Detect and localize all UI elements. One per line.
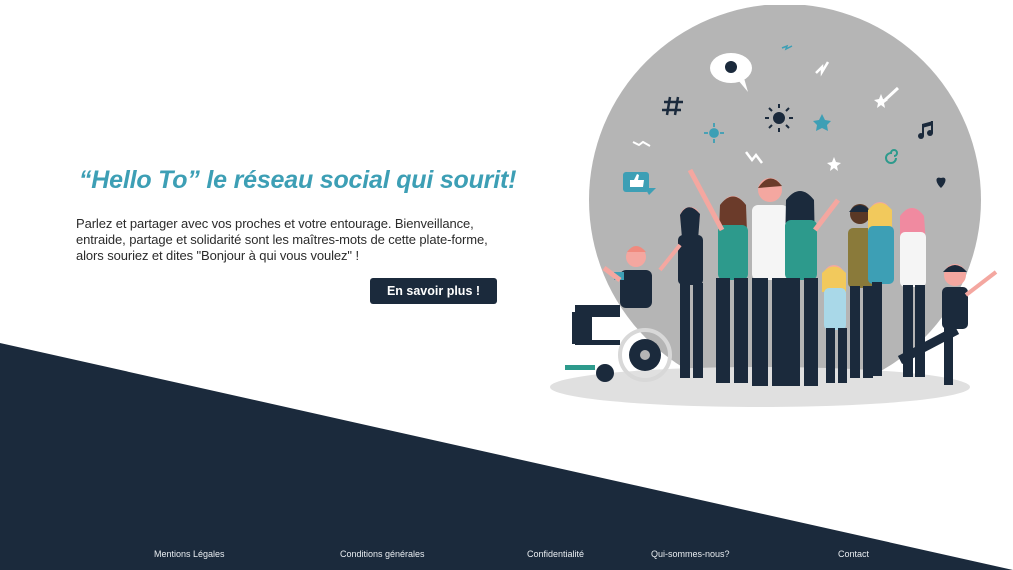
footer-link-contact[interactable]: Contact: [838, 549, 869, 559]
footer-link-mentions-legales[interactable]: Mentions Légales: [154, 549, 225, 559]
hero-description: Parlez et partager avec vos proches et v…: [76, 216, 488, 263]
footer-link-qui-sommes-nous[interactable]: Qui-sommes-nous?: [651, 549, 730, 559]
landing-page: “Hello To” le réseau social qui sourit! …: [0, 0, 1013, 570]
footer-link-confidentialite[interactable]: Confidentialité: [527, 549, 584, 559]
learn-more-button[interactable]: En savoir plus !: [370, 278, 497, 304]
footer-link-conditions-generales[interactable]: Conditions générales: [340, 549, 425, 559]
hero-title: “Hello To” le réseau social qui sourit!: [79, 166, 517, 194]
hero-illustration: [550, 5, 998, 407]
